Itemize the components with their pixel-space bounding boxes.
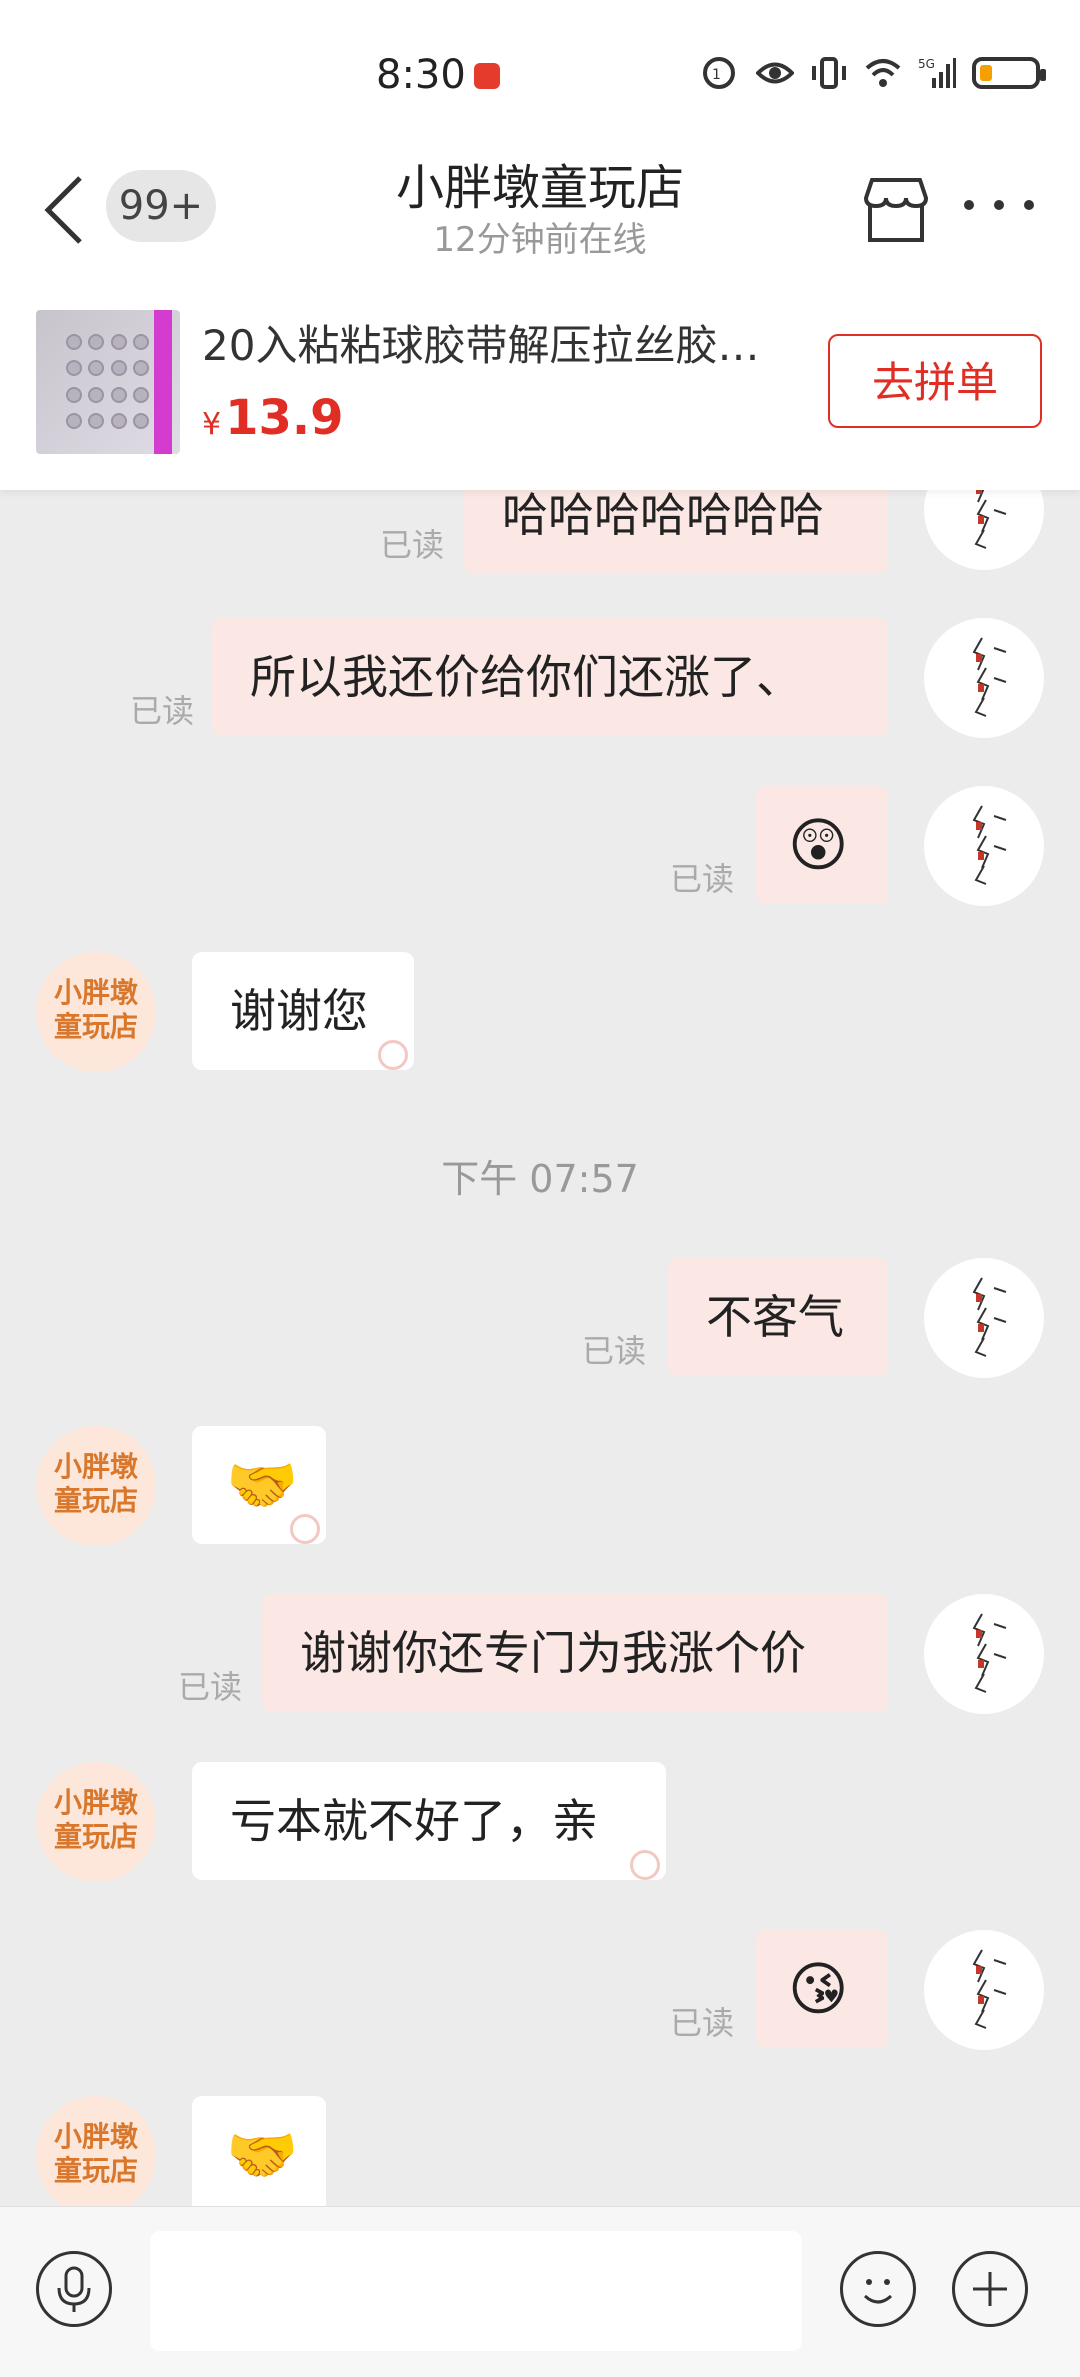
- add-attachment-icon[interactable]: [952, 2251, 1028, 2327]
- network-label: 5G: [918, 57, 935, 71]
- product-price: ¥13.9: [202, 390, 344, 446]
- status-icons: 1 5G: [702, 56, 1046, 90]
- eye-icon: [756, 62, 794, 84]
- read-receipt: 已读: [380, 526, 445, 564]
- message-bubble[interactable]: 所以我还价给你们还涨了、: [212, 618, 888, 736]
- user-avatar[interactable]: [924, 1594, 1044, 1714]
- svg-text:1: 1: [712, 67, 721, 83]
- status-bar: 8:30 1 5G: [0, 0, 1080, 130]
- message-input[interactable]: [150, 2231, 802, 2351]
- app-notification-icon: [474, 63, 500, 89]
- pinduoduo-mark-icon: [290, 1514, 320, 1544]
- emoji-picker-icon[interactable]: [840, 2251, 916, 2327]
- user-avatar[interactable]: [924, 786, 1044, 906]
- product-card[interactable]: 20入粘粘球胶带解压拉丝胶… ¥13.9 去拼单: [0, 280, 1080, 490]
- status-time: 8:30: [376, 52, 466, 98]
- read-receipt: 已读: [670, 2004, 735, 2042]
- chat-header: 99+ 小胖墩童玩店 12分钟前在线: [0, 130, 1080, 280]
- microphone-icon[interactable]: [36, 2251, 112, 2327]
- user-avatar[interactable]: [924, 490, 1044, 570]
- pinduoduo-mark-icon: [630, 1850, 660, 1880]
- group-buy-button[interactable]: 去拼单: [828, 334, 1042, 428]
- product-image[interactable]: [36, 310, 180, 454]
- vibrate-icon: [812, 57, 846, 89]
- user-avatar[interactable]: [924, 1258, 1044, 1378]
- signal-5g-icon: 5G: [918, 57, 956, 88]
- shop-avatar[interactable]: 小胖墩 童玩店: [36, 1762, 156, 1882]
- message-bubble[interactable]: 亏本就不好了，亲: [192, 1762, 666, 1880]
- hd-call-icon: 1: [703, 57, 735, 89]
- more-options-icon[interactable]: [964, 200, 1034, 220]
- handshake-emoji-icon: 🤝: [226, 2121, 299, 2189]
- emoji-bubble[interactable]: 😘: [756, 1930, 888, 2048]
- handshake-emoji-icon: 🤝: [226, 1451, 299, 1519]
- input-bar: [0, 2206, 1080, 2377]
- emoji-bubble[interactable]: 😲: [756, 786, 888, 904]
- read-receipt: 已读: [670, 860, 735, 898]
- user-avatar[interactable]: [924, 618, 1044, 738]
- read-receipt: 已读: [130, 692, 195, 730]
- message-bubble[interactable]: 哈哈哈哈哈哈哈: [464, 490, 888, 574]
- message-bubble[interactable]: 谢谢你还专门为我涨个价: [262, 1594, 888, 1712]
- shop-avatar[interactable]: 小胖墩 童玩店: [36, 952, 156, 1072]
- battery-icon: [972, 57, 1046, 89]
- kissing-emoji-icon: 😘: [788, 1955, 849, 2023]
- shop-avatar[interactable]: 小胖墩 童玩店: [36, 1426, 156, 1546]
- read-receipt: 已读: [178, 1668, 243, 1706]
- message-timestamp: 下午 07:57: [441, 1157, 639, 1201]
- wifi-icon: [865, 59, 901, 87]
- user-avatar[interactable]: [924, 1930, 1044, 2050]
- message-list[interactable]: 已读 哈哈哈哈哈哈哈 已读 所以我还价给你们还涨了、 已读 😲 小胖墩 童玩店 谢…: [0, 490, 1080, 2206]
- pinduoduo-mark-icon: [378, 1040, 408, 1070]
- shop-avatar[interactable]: 小胖墩 童玩店: [36, 2096, 156, 2206]
- astonished-emoji-icon: 😲: [788, 811, 849, 879]
- store-icon[interactable]: [858, 172, 934, 248]
- read-receipt: 已读: [582, 1332, 647, 1370]
- product-title[interactable]: 20入粘粘球胶带解压拉丝胶…: [202, 312, 802, 373]
- message-bubble[interactable]: 不客气: [668, 1258, 888, 1376]
- emoji-bubble[interactable]: 🤝: [192, 2096, 326, 2206]
